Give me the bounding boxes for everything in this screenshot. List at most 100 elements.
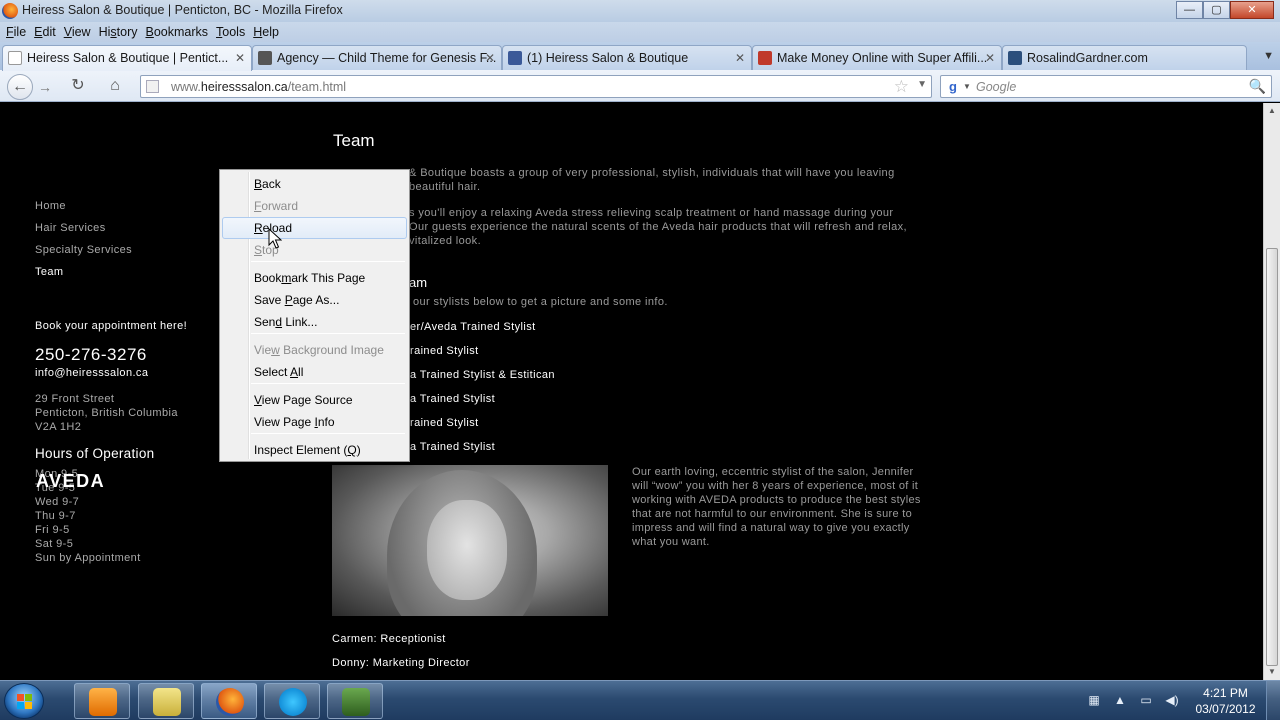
scroll-up-icon[interactable]: ▲ xyxy=(1264,103,1280,119)
tab-close-icon[interactable]: ✕ xyxy=(485,46,495,70)
browser-tab[interactable]: (1) Heiress Salon & Boutique ✕ xyxy=(502,45,752,70)
mouse-cursor-icon xyxy=(268,228,282,249)
firefox-icon xyxy=(216,688,244,716)
browser-tab[interactable]: Agency — Child Theme for Genesis F... ✕ xyxy=(252,45,502,70)
url-bar[interactable]: www.heiresssalon.ca/team.html ☆ ▼ xyxy=(140,75,932,98)
browser-tab[interactable]: RosalindGardner.com xyxy=(1002,45,1247,70)
camtasia-icon xyxy=(342,688,370,716)
clock-time: 4:21 PM xyxy=(1203,686,1248,700)
stylist-link[interactable]: rained Stylist xyxy=(410,417,479,429)
stylist-link[interactable]: er/Aveda Trained Stylist xyxy=(410,321,536,333)
back-button[interactable]: ← xyxy=(7,74,33,100)
show-desktop-button[interactable] xyxy=(1266,681,1280,720)
hours-line: Thu 9-7 xyxy=(35,510,76,522)
network-icon[interactable]: ▭ xyxy=(1138,693,1154,707)
tab-label: Make Money Online with Super Affili... xyxy=(777,51,988,65)
reload-button[interactable]: ↻ xyxy=(64,75,92,97)
context-menu-item[interactable]: Select All xyxy=(222,361,407,383)
hours-line: Fri 9-5 xyxy=(35,524,70,536)
context-menu-item[interactable]: Back xyxy=(222,173,407,195)
sidebar-item-specialty-services[interactable]: Specialty Services xyxy=(35,244,132,256)
taskbar-app-button[interactable] xyxy=(264,683,320,719)
site-identity-icon[interactable] xyxy=(146,80,159,93)
scroll-down-icon[interactable]: ▼ xyxy=(1264,664,1280,680)
menu-tools[interactable]: Tools xyxy=(212,22,249,42)
navigation-toolbar: ← → ↻ ⌂ www.heiresssalon.ca/team.html ☆ … xyxy=(0,70,1280,102)
sidebar-item-home[interactable]: Home xyxy=(35,200,66,212)
stylist-link[interactable]: a Trained Stylist xyxy=(410,393,495,405)
tab-close-icon[interactable]: ✕ xyxy=(735,46,745,70)
taskbar-app-button[interactable] xyxy=(327,683,383,719)
search-bar[interactable]: g ▼ Google 🔍 xyxy=(940,75,1272,98)
search-engine-dropdown-icon[interactable]: ▼ xyxy=(963,82,971,91)
start-button[interactable] xyxy=(4,683,44,719)
forward-button[interactable]: → xyxy=(34,77,56,97)
context-menu-item[interactable]: Inspect Element (Q) xyxy=(222,439,407,461)
context-menu-item[interactable]: Reload xyxy=(222,217,407,239)
stylist-bio: Our earth loving, eccentric stylist of t… xyxy=(632,466,921,548)
url-history-dropdown-icon[interactable]: ▼ xyxy=(917,79,927,90)
maximize-button[interactable]: ▢ xyxy=(1203,1,1230,19)
staff-line[interactable]: Donny: Marketing Director xyxy=(332,657,470,669)
close-button[interactable]: ✕ xyxy=(1230,1,1274,19)
vertical-scrollbar[interactable]: ▲ ▼ xyxy=(1263,103,1280,680)
taskbar-clock[interactable]: 4:21 PM 03/07/2012 xyxy=(1188,685,1263,717)
hours-line: Sun by Appointment xyxy=(35,552,141,564)
context-menu-item: Stop xyxy=(254,243,279,257)
minimize-button[interactable]: — xyxy=(1176,1,1203,19)
scrollbar-thumb[interactable] xyxy=(1266,248,1278,666)
sidebar-item-hair-services[interactable]: Hair Services xyxy=(35,222,106,234)
search-icon[interactable]: 🔍 xyxy=(1249,78,1266,95)
stylist-link[interactable]: rained Stylist xyxy=(410,345,479,357)
intro-paragraph: s you'll enjoy a relaxing Aveda stress r… xyxy=(409,207,908,247)
context-menu-item[interactable]: Send Link... xyxy=(222,311,407,333)
context-menu-item[interactable]: View Page Info xyxy=(222,411,407,433)
context-menu-item: View Background Image xyxy=(254,343,384,357)
tab-list-icon[interactable]: ▼ xyxy=(1263,50,1274,62)
tab-label: Agency — Child Theme for Genesis F... xyxy=(277,51,497,65)
volume-icon[interactable]: ◀) xyxy=(1164,693,1180,707)
menu-file[interactable]: File xyxy=(2,22,30,42)
hours-line: Sat 9-5 xyxy=(35,538,74,550)
menu-bookmarks[interactable]: Bookmarks xyxy=(142,22,213,42)
menu-separator xyxy=(251,383,405,384)
title-bar[interactable]: Heiress Salon & Boutique | Penticton, BC… xyxy=(0,0,1280,22)
show-hidden-icons-icon[interactable]: ▲ xyxy=(1112,693,1128,707)
menu-help[interactable]: Help xyxy=(249,22,283,42)
context-menu-item[interactable]: View Page Source xyxy=(222,389,407,411)
tab-favicon-icon xyxy=(1008,51,1022,65)
menu-separator xyxy=(251,433,405,434)
staff-line[interactable]: Carmen: Receptionist xyxy=(332,633,446,645)
taskbar-app-button[interactable] xyxy=(138,683,194,719)
taskbar-app-button[interactable] xyxy=(74,683,130,719)
stylist-link[interactable]: a Trained Stylist & Estitican xyxy=(410,369,555,381)
sidebar-item-team[interactable]: Team xyxy=(35,266,64,278)
keyboard-icon[interactable]: ▦ xyxy=(1086,693,1102,707)
window-title: Heiress Salon & Boutique | Penticton, BC… xyxy=(22,3,343,17)
browser-tab[interactable]: Make Money Online with Super Affili... ✕ xyxy=(752,45,1002,70)
context-menu-item: Forward xyxy=(254,199,299,213)
tab-close-icon[interactable]: ✕ xyxy=(235,46,245,70)
firefox-logo-icon xyxy=(2,3,18,19)
home-button[interactable]: ⌂ xyxy=(101,75,129,97)
context-menu: Back Forward Reload Stop Bookmark This Page S… xyxy=(219,169,410,462)
context-menu-item[interactable]: Bookmark This Page xyxy=(222,267,407,289)
email-link[interactable]: info@heiresssalon.ca xyxy=(35,367,148,379)
tab-close-icon[interactable]: ✕ xyxy=(985,46,995,70)
taskbar-app-button[interactable] xyxy=(201,683,257,719)
browser-tab[interactable]: Heiress Salon & Boutique | Pentict... ✕ xyxy=(2,45,252,71)
stylist-link[interactable]: a Trained Stylist xyxy=(410,441,495,453)
intro-paragraph: & Boutique boasts a group of very profes… xyxy=(409,167,895,193)
google-engine-icon[interactable]: g xyxy=(945,79,961,95)
hours-title: Hours of Operation xyxy=(35,446,155,461)
book-appointment-label: Book your appointment here! xyxy=(35,320,188,332)
context-menu-item[interactable]: Save Page As... xyxy=(222,289,407,311)
menu-history[interactable]: History xyxy=(95,22,142,42)
menu-edit[interactable]: Edit xyxy=(30,22,60,42)
tab-bar: ▼ Heiress Salon & Boutique | Pentict... ✕… xyxy=(0,42,1280,71)
url-text[interactable]: www.heiresssalon.ca/team.html xyxy=(171,80,346,94)
menu-separator xyxy=(251,261,405,262)
bookmark-star-icon[interactable]: ☆ xyxy=(894,77,909,97)
search-input[interactable]: Google xyxy=(976,80,1016,94)
menu-view[interactable]: View xyxy=(60,22,95,42)
